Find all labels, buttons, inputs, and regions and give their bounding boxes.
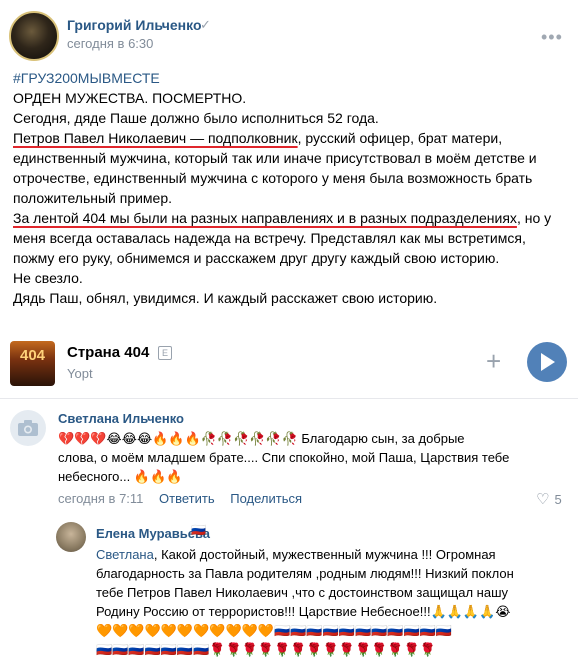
play-button[interactable] xyxy=(527,342,567,382)
comment-line: небесного... 🔥🔥🔥 xyxy=(58,469,183,484)
share-link[interactable]: Поделиться xyxy=(230,491,302,506)
reply-author-avatar[interactable] xyxy=(56,522,86,552)
commenter-avatar[interactable] xyxy=(10,410,46,446)
reply-addressee-link[interactable]: Светлана xyxy=(96,547,154,562)
reply-line: 🧡🧡🧡🧡🧡🧡🧡🧡🧡🧡🧡🇷🇺🇷🇺🇷🇺🇷🇺🇷🇺🇷🇺🇷🇺🇷🇺🇷🇺🇷🇺🇷🇺 xyxy=(96,623,453,638)
track-artist[interactable]: Yopt xyxy=(67,366,93,381)
reply-link[interactable]: Ответить xyxy=(159,491,215,506)
track-cover-text: 404 xyxy=(19,347,46,364)
post-line: единственный мужчина, который так или ин… xyxy=(13,150,537,166)
post-time[interactable]: сегодня в 6:30 xyxy=(67,36,153,51)
divider xyxy=(0,398,578,399)
post-line: Дядь Паш, обнял, увидимся. И каждый расс… xyxy=(13,290,438,306)
comment-text: 💔💔💔😂😂😂🔥🔥🔥🥀🥀🥀🥀🥀🥀 Благодарю сын, за добрые… xyxy=(58,429,558,486)
verified-icon: ✓ xyxy=(200,17,211,32)
like-count: 5 xyxy=(554,492,562,507)
camera-icon xyxy=(18,420,38,436)
post-line: пожму его руку, обнимемся и расскажем др… xyxy=(13,250,500,266)
author-avatar[interactable] xyxy=(9,11,59,61)
heart-icon: ♡ xyxy=(536,491,550,508)
post-line: отрочестве, единственный мужчина с котор… xyxy=(13,170,533,186)
comment-author-name[interactable]: Светлана Ильченко xyxy=(58,411,184,426)
post-line: , русский офицер, брат матери, xyxy=(297,130,503,146)
post-text: #ГРУЗ200МЫВМЕСТЕ ОРДЕН МУЖЕСТВА. ПОСМЕРТ… xyxy=(13,68,568,308)
post-line: , но у xyxy=(516,210,552,226)
reply-line: 🇷🇺🇷🇺🇷🇺🇷🇺🇷🇺🇷🇺🇷🇺🌹🌹🌹🌹🌹🌹🌹🌹🌹🌹🌹🌹🌹🌹 xyxy=(96,642,436,657)
comment-line: 💔💔💔😂😂😂🔥🔥🔥🥀🥀🥀🥀🥀🥀 Благодарю сын, за добрые xyxy=(58,431,465,446)
explicit-icon: E xyxy=(158,346,172,360)
track-cover[interactable]: 404 xyxy=(10,341,55,386)
comment-like-button[interactable]: ♡ 5 xyxy=(536,490,562,508)
post-line: Не свезло. xyxy=(13,270,83,286)
add-track-icon[interactable]: + xyxy=(486,348,501,374)
post-author-name[interactable]: Григорий Ильченко xyxy=(67,17,202,33)
comment-meta: сегодня в 7:11 Ответить Поделиться xyxy=(58,491,314,506)
reply-line: тебе Петров Павел Николаевич ,что с дост… xyxy=(96,585,509,600)
post-line-underlined: За лентой 404 мы были на разных направле… xyxy=(13,210,517,226)
post-line-underlined: Петров Павел Николаевич — подполковник xyxy=(13,130,298,146)
comment-line: слова, о моём младшем брате.... Спи спок… xyxy=(58,450,510,465)
post-line: положительный пример. xyxy=(13,190,173,206)
post-line: меня всегда оставалась надежда на встреч… xyxy=(13,230,526,246)
flag-badge-icon: 🇷🇺 xyxy=(191,523,206,537)
comment-time[interactable]: сегодня в 7:11 xyxy=(58,491,143,506)
reply-line: Родину Россию от террористов!!! Царствие… xyxy=(96,604,511,619)
more-options-icon[interactable]: ••• xyxy=(541,27,563,48)
post-line: Сегодня, дяде Паше должно было исполнить… xyxy=(13,110,379,126)
track-title[interactable]: Страна 404 xyxy=(67,344,149,361)
reply-text: Светлана, Какой достойный, мужественный … xyxy=(96,545,571,659)
play-icon xyxy=(541,353,555,371)
post-line: ОРДЕН МУЖЕСТВА. ПОСМЕРТНО. xyxy=(13,90,247,106)
hashtag-link[interactable]: #ГРУЗ200МЫВМЕСТЕ xyxy=(13,70,160,86)
reply-line: благодарность за Павла родителям ,родным… xyxy=(96,566,514,581)
reply-line: , Какой достойный, мужественный мужчина … xyxy=(153,547,496,562)
